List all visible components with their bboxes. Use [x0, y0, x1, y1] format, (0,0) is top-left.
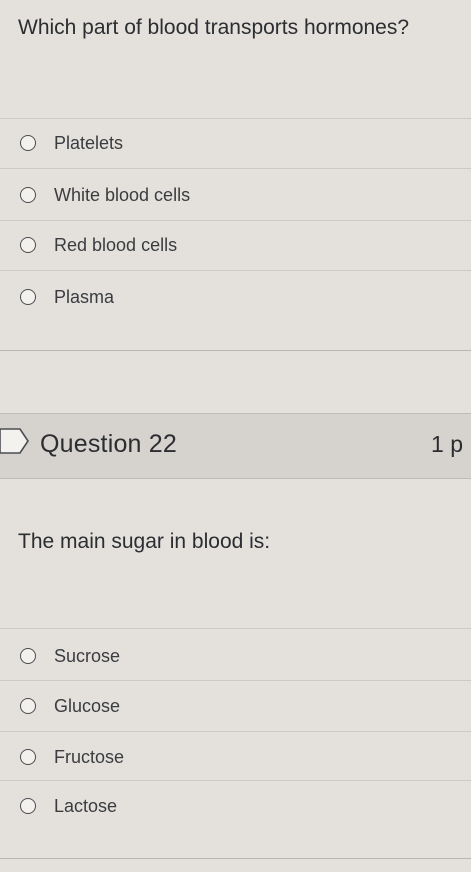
question-21-prompt: Which part of blood transports hormones? [18, 16, 410, 39]
answer-label: Lactose [54, 795, 118, 816]
divider [0, 780, 471, 781]
divider [0, 118, 471, 119]
question-22-header: Question 22 1 p [0, 413, 471, 479]
radio-button[interactable] [20, 798, 36, 814]
radio-button[interactable] [20, 648, 36, 664]
radio-button[interactable] [20, 289, 36, 305]
answer-label: Glucose [54, 695, 121, 716]
answer-option-lactose[interactable]: Lactose [20, 791, 117, 821]
answer-option-white-blood-cells[interactable]: White blood cells [20, 180, 190, 210]
answer-option-sucrose[interactable]: Sucrose [20, 641, 120, 671]
answer-option-glucose[interactable]: Glucose [20, 691, 120, 721]
divider [0, 680, 471, 681]
answer-label: White blood cells [54, 184, 191, 205]
question-22-prompt: The main sugar in blood is: [18, 530, 271, 553]
radio-button[interactable] [20, 237, 36, 253]
bookmark-flag-icon[interactable] [0, 428, 30, 454]
answer-label: Red blood cells [54, 234, 178, 255]
question-title: Question 22 [40, 430, 178, 458]
divider [0, 220, 471, 221]
radio-button[interactable] [20, 698, 36, 714]
answer-label: Sucrose [54, 645, 121, 666]
question-separator [0, 350, 471, 351]
divider [0, 168, 471, 169]
answer-option-plasma[interactable]: Plasma [20, 282, 114, 312]
question-separator [0, 858, 471, 859]
radio-button[interactable] [20, 135, 36, 151]
question-points: 1 p [431, 431, 463, 457]
answer-option-fructose[interactable]: Fructose [20, 742, 124, 772]
answer-option-platelets[interactable]: Platelets [20, 128, 123, 158]
answer-option-red-blood-cells[interactable]: Red blood cells [20, 230, 177, 260]
answer-label: Plasma [54, 286, 115, 307]
answer-label: Platelets [54, 132, 124, 153]
answer-label: Fructose [54, 746, 125, 767]
radio-button[interactable] [20, 187, 36, 203]
radio-button[interactable] [20, 749, 36, 765]
divider [0, 731, 471, 732]
divider [0, 270, 471, 271]
divider [0, 628, 471, 629]
